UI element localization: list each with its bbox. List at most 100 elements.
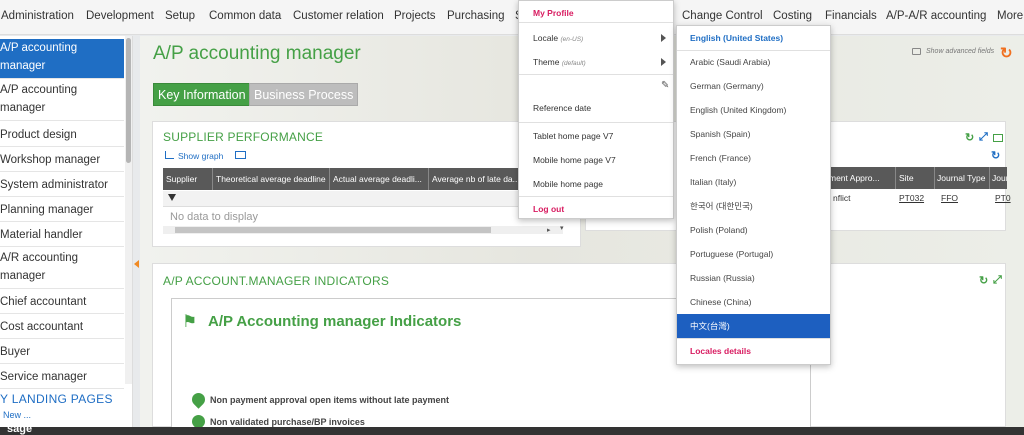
- theme-label: Theme: [533, 57, 560, 67]
- horizontal-scrollbar-thumb[interactable]: [175, 227, 491, 233]
- filter-icon[interactable]: [168, 194, 176, 201]
- nav-ap-ar-accounting[interactable]: A/P-A/R accounting: [886, 10, 986, 22]
- nav-change-control[interactable]: Change Control: [682, 10, 763, 22]
- cell-journal-link[interactable]: PT0: [995, 193, 1011, 203]
- nav-costing[interactable]: Costing: [773, 10, 812, 22]
- sidebar-item-material-handler[interactable]: Material handler: [0, 224, 124, 247]
- nav-customer-relation[interactable]: Customer relation: [293, 10, 384, 22]
- sidebar-scrollbar-thumb[interactable]: [126, 38, 131, 163]
- nav-development[interactable]: Development: [86, 10, 154, 22]
- advanced-fields-icon[interactable]: [912, 48, 921, 55]
- mobile-home-v7-item[interactable]: Mobile home page V7: [533, 155, 616, 165]
- locale-polish[interactable]: Polish (Poland): [677, 218, 830, 242]
- sidebar-item-ap-accounting-manager-active[interactable]: A/P accounting manager: [0, 39, 124, 79]
- locale-chinese-taiwan-selected[interactable]: 中文(台灣): [677, 314, 830, 338]
- bar-chart-icon: [165, 151, 174, 159]
- sidebar-item-service-manager[interactable]: Service manager: [0, 366, 124, 389]
- locale-spanish[interactable]: Spanish (Spain): [677, 122, 830, 146]
- sidebar-item-buyer[interactable]: Buyer: [0, 341, 124, 364]
- scroll-down-arrow[interactable]: ▾: [560, 224, 564, 232]
- nav-purchasing[interactable]: Purchasing: [447, 10, 505, 22]
- locale-korean[interactable]: 한국어 (대한민국): [677, 194, 830, 218]
- sage-logo: sage: [7, 423, 33, 435]
- locale-english-us[interactable]: English (United States): [677, 26, 830, 50]
- reference-date-item[interactable]: Reference date: [533, 103, 591, 113]
- panel-refresh-icon[interactable]: ↻: [979, 274, 988, 287]
- mobile-home-item[interactable]: Mobile home page: [533, 179, 603, 189]
- nav-projects[interactable]: Projects: [394, 10, 436, 22]
- locale-portuguese[interactable]: Portuguese (Portugal): [677, 242, 830, 266]
- sidebar-item-chief-accountant[interactable]: Chief accountant: [0, 291, 124, 314]
- grid-settings-icon[interactable]: [993, 134, 1003, 142]
- nav-administration[interactable]: Administration: [1, 10, 74, 22]
- refresh-icon[interactable]: ↻: [1000, 44, 1013, 62]
- tablet-home-v7-item[interactable]: Tablet home page V7: [533, 131, 613, 141]
- locale-german[interactable]: German (Germany): [677, 74, 830, 98]
- nav-financials[interactable]: Financials: [825, 10, 877, 22]
- chevron-right-icon: [661, 58, 666, 66]
- flag-icon: ⚑: [182, 312, 198, 331]
- grid-refresh-icon[interactable]: ↻: [991, 149, 1000, 162]
- show-advanced-fields-link[interactable]: Show advanced fields: [926, 48, 994, 55]
- locale-label: Locale: [533, 33, 559, 43]
- locale-english-uk[interactable]: English (United Kingdom): [677, 98, 830, 122]
- sidebar-item-cost-accountant[interactable]: Cost accountant: [0, 316, 124, 339]
- locale-russian[interactable]: Russian (Russia): [677, 266, 830, 290]
- locale-submenu: English (United States) Arabic (Saudi Ar…: [676, 25, 831, 365]
- column-header-site[interactable]: Site: [899, 173, 935, 183]
- indicators-heading: A/P Accounting manager Indicators: [208, 313, 462, 330]
- sidebar-collapse-handle[interactable]: [134, 260, 139, 268]
- sidebar-item-label: A/P accounting: [0, 42, 78, 54]
- scroll-right-arrow[interactable]: ▸: [547, 226, 551, 234]
- new-landing-page-link[interactable]: New ...: [3, 410, 31, 420]
- sidebar-item-label: manager: [0, 102, 46, 114]
- sidebar-item-ar-accounting-manager[interactable]: A/R accounting manager: [0, 249, 124, 289]
- sidebar-item-label: A/R accounting: [0, 252, 78, 264]
- sidebar-item-planning-manager[interactable]: Planning manager: [0, 199, 124, 222]
- show-graph-link[interactable]: Show graph: [178, 151, 223, 161]
- page-title: A/P accounting manager: [153, 43, 361, 64]
- grid-settings-icon[interactable]: [235, 151, 246, 159]
- cell-site-link[interactable]: PT032: [899, 193, 924, 203]
- sidebar-item-system-administrator[interactable]: System administrator: [0, 174, 124, 197]
- my-profile-item[interactable]: My Profile: [533, 8, 574, 18]
- sidebar-item-ap-accounting-manager[interactable]: A/P accounting manager: [0, 81, 124, 121]
- landing-pages-heading: Y LANDING PAGES: [0, 392, 113, 406]
- table-row[interactable]: nflict PT032 FFO PT0: [825, 190, 1011, 206]
- column-header-supplier[interactable]: Supplier: [166, 174, 210, 184]
- cell-journal-type-link[interactable]: FFO: [941, 193, 958, 203]
- nav-more[interactable]: More..: [997, 10, 1024, 22]
- column-header-journal-type[interactable]: Journal Type: [937, 173, 989, 183]
- column-header-theoretical-deadline[interactable]: Theoretical average deadline: [216, 174, 329, 184]
- locale-chinese-china[interactable]: Chinese (China): [677, 290, 830, 314]
- sidebar-item-workshop-manager[interactable]: Workshop manager: [0, 149, 124, 172]
- column-header-journal[interactable]: Jour: [992, 173, 1007, 183]
- theme-menu-item[interactable]: Theme (default): [533, 57, 586, 67]
- locale-arabic-saudi[interactable]: Arabic (Saudi Arabia): [677, 50, 830, 74]
- logout-item[interactable]: Log out: [533, 204, 564, 214]
- indicators-panel: A/P ACCOUNT.MANAGER INDICATORS ↻ ⤢ ⚑ A/P…: [152, 263, 1006, 435]
- nav-setup[interactable]: Setup: [165, 10, 195, 22]
- footer-bar: sage: [0, 423, 1024, 435]
- sidebar-item-label: A/P accounting: [0, 84, 78, 96]
- nav-common-data[interactable]: Common data: [209, 10, 281, 22]
- indicator-item[interactable]: Non validated purchase/BP invoices: [210, 417, 365, 427]
- tab-business-process[interactable]: Business Process: [249, 83, 359, 106]
- column-header-payment-approval[interactable]: ment Appro...: [829, 173, 895, 183]
- sidebar-item-product-design[interactable]: Product design: [0, 124, 124, 147]
- sidebar-item-label: manager: [0, 60, 46, 72]
- locales-details-link[interactable]: Locales details: [677, 339, 830, 363]
- pencil-icon[interactable]: ✎: [661, 80, 669, 91]
- indicator-item[interactable]: Non payment approval open items without …: [210, 395, 449, 405]
- cell-approval: nflict: [833, 193, 851, 203]
- expand-icon[interactable]: ⤢: [993, 274, 1002, 287]
- locale-menu-item[interactable]: Locale (en-US): [533, 33, 583, 43]
- tab-key-information[interactable]: Key Information: [153, 83, 251, 106]
- locale-french[interactable]: French (France): [677, 146, 830, 170]
- column-header-actual-deadline[interactable]: Actual average deadli...: [333, 174, 427, 184]
- expand-icon[interactable]: ⤢: [979, 131, 988, 144]
- column-header-late-days[interactable]: Average nb of late da...: [432, 174, 528, 184]
- locale-italian[interactable]: Italian (Italy): [677, 170, 830, 194]
- panel-refresh-icon[interactable]: ↻: [965, 131, 974, 144]
- journal-grid-header: ment Appro... Site Journal Type Jour: [825, 167, 1007, 189]
